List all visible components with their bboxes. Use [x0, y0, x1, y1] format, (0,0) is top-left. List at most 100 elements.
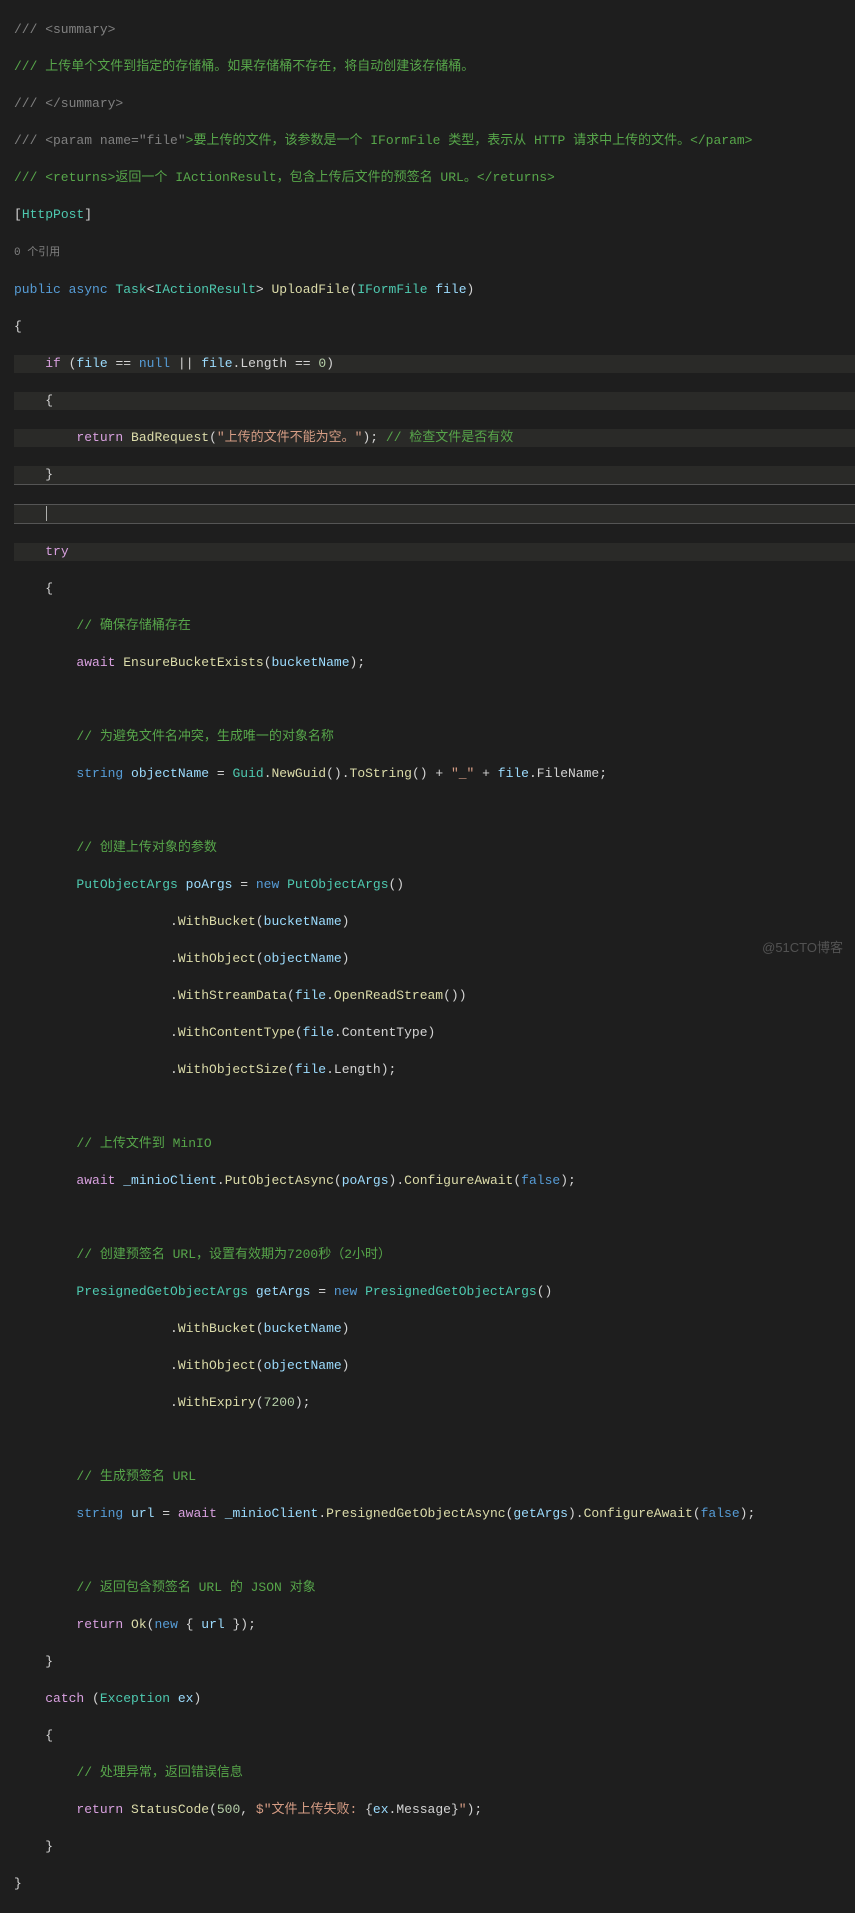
- var-bucketname: bucketName: [272, 655, 350, 670]
- indent: .: [14, 1321, 178, 1336]
- comment-return-json: // 返回包含预签名 URL 的 JSON 对象: [76, 1580, 315, 1595]
- punct: (: [287, 988, 295, 1003]
- kw-await: await: [178, 1506, 217, 1521]
- codelens-references[interactable]: 0 个引用: [14, 247, 60, 259]
- fn-withobjectsize: WithObjectSize: [178, 1062, 287, 1077]
- doc-param-desc: >要上传的文件，该参数是一个 IFormFile 类型，表示从 HTTP 请求中…: [186, 133, 753, 148]
- punct: );: [350, 655, 366, 670]
- punct: ,: [240, 1802, 256, 1817]
- doc-param-prefix: /// <param name=: [14, 133, 139, 148]
- punct: (: [147, 1617, 155, 1632]
- punct: .: [217, 1173, 225, 1188]
- op-eq: =: [154, 1506, 177, 1521]
- var-ex: ex: [373, 1802, 389, 1817]
- indent: .: [14, 988, 178, 1003]
- op: +: [428, 766, 451, 781]
- kw-catch: catch: [45, 1691, 84, 1706]
- kw-string: string: [76, 1506, 123, 1521]
- fn-newguid: NewGuid: [272, 766, 327, 781]
- comment-catch: // 处理异常，返回错误信息: [76, 1765, 242, 1780]
- punct: (: [61, 356, 77, 371]
- fn-withbucket: WithBucket: [178, 1321, 256, 1336]
- attr-name: HttpPost: [22, 207, 84, 222]
- fn-tostring: ToString: [350, 766, 412, 781]
- punct: (): [537, 1284, 553, 1299]
- var-poargs: poArgs: [342, 1173, 389, 1188]
- var-file2: file: [201, 356, 232, 371]
- punct: ()): [443, 988, 466, 1003]
- fn-configureawait: ConfigureAwait: [584, 1506, 693, 1521]
- punct: ;: [248, 1617, 256, 1632]
- var-poargs: poArgs: [178, 877, 233, 892]
- brace-close: }: [14, 1876, 22, 1891]
- comment-ensure-bucket: // 确保存储桶存在: [76, 618, 190, 633]
- ctor-presignedget: PresignedGetObjectArgs: [365, 1284, 537, 1299]
- punct: ): [326, 356, 334, 371]
- punct: }: [451, 1802, 459, 1817]
- punct: (: [693, 1506, 701, 1521]
- kw-false: false: [521, 1173, 560, 1188]
- punct: {: [365, 1802, 373, 1817]
- punct: (: [287, 1062, 295, 1077]
- type-putobjectargs: PutObjectArgs: [76, 877, 177, 892]
- brace-open: {: [45, 581, 53, 596]
- str-fail-post: ": [459, 1802, 467, 1817]
- kw-try: try: [45, 544, 68, 559]
- watermark: @51CTO博客: [762, 939, 843, 958]
- arg-bucketname: bucketName: [264, 1321, 342, 1336]
- field-minioclient: _minioClient: [225, 1506, 319, 1521]
- method-name: UploadFile: [271, 282, 349, 297]
- var-ex: ex: [170, 1691, 193, 1706]
- str-underscore: "_": [451, 766, 474, 781]
- punct: ): [342, 951, 350, 966]
- fn-ensurebucket: EnsureBucketExists: [123, 655, 263, 670]
- punct: );: [295, 1395, 311, 1410]
- fn-ok: Ok: [131, 1617, 147, 1632]
- punct: (: [513, 1173, 521, 1188]
- punct: ): [193, 1691, 201, 1706]
- punct: ): [428, 1025, 436, 1040]
- brace-open: {: [45, 393, 53, 408]
- punct: (: [256, 1395, 264, 1410]
- punct: );: [467, 1802, 483, 1817]
- arg-objectname: objectName: [264, 1358, 342, 1373]
- comment-poargs: // 创建上传对象的参数: [76, 840, 216, 855]
- indent: .: [14, 1025, 178, 1040]
- kw-await: await: [76, 655, 115, 670]
- kw-new: new: [334, 1284, 357, 1299]
- comment-check-file: // 检查文件是否有效: [386, 430, 513, 445]
- attr-open: [: [14, 207, 22, 222]
- doc-param-name: "file": [139, 133, 186, 148]
- var-file: file: [498, 766, 529, 781]
- kw-null: null: [139, 356, 170, 371]
- num-500: 500: [217, 1802, 240, 1817]
- punct: (: [84, 1691, 100, 1706]
- punct: ;: [599, 766, 607, 781]
- type-task: Task: [115, 282, 146, 297]
- type-exception: Exception: [100, 1691, 170, 1706]
- sp: [123, 1802, 131, 1817]
- doc-summary-open: /// <summary>: [14, 22, 115, 37]
- prop-filename: FileName: [537, 766, 599, 781]
- punct: (): [412, 766, 428, 781]
- prop-length: Length: [334, 1062, 381, 1077]
- comment-unique-name: // 为避免文件名冲突，生成唯一的对象名称: [76, 729, 333, 744]
- punct: .: [529, 766, 537, 781]
- editor-caret: [45, 506, 47, 521]
- field-minioclient: _minioClient: [123, 1173, 217, 1188]
- code-editor[interactable]: /// <summary> /// 上传单个文件到指定的存储桶。如果存储桶不存在…: [0, 0, 855, 1913]
- op: ==: [287, 356, 318, 371]
- type-presignedget: PresignedGetObjectArgs: [76, 1284, 248, 1299]
- kw-new: new: [256, 877, 279, 892]
- kw-string: string: [76, 766, 123, 781]
- comment-presign: // 创建预签名 URL，设置有效期为7200秒（2小时）: [76, 1247, 391, 1262]
- indent: .: [14, 1062, 178, 1077]
- brace-open: {: [45, 1728, 53, 1743]
- doc-summary-text: /// 上传单个文件到指定的存储桶。如果存储桶不存在，将自动创建该存储桶。: [14, 59, 474, 74]
- fn-statuscode: StatusCode: [131, 1802, 209, 1817]
- param-name: file: [428, 282, 467, 297]
- kw-await: await: [76, 1173, 115, 1188]
- kw-return: return: [76, 1802, 123, 1817]
- punct: {: [178, 1617, 201, 1632]
- punct: ): [342, 914, 350, 929]
